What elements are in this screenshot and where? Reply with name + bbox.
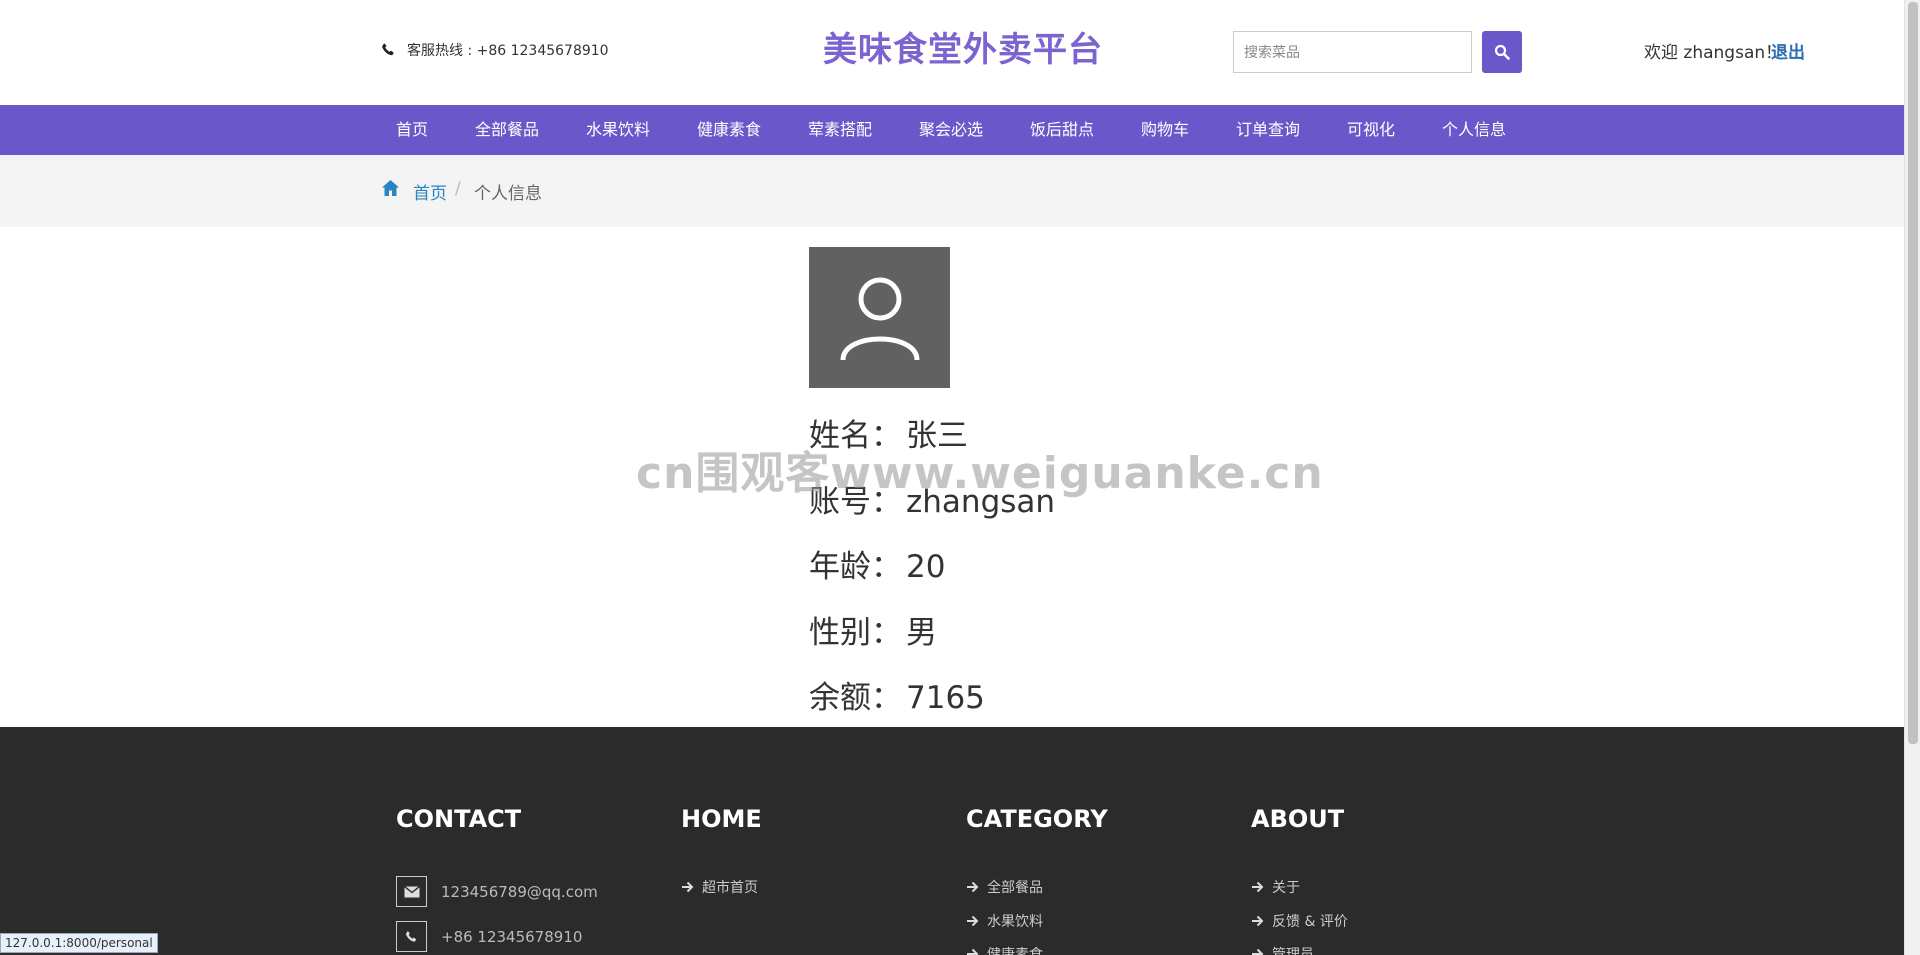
footer-link-supermarket-home[interactable]: 超市首页 bbox=[681, 877, 758, 897]
avatar bbox=[809, 247, 950, 388]
nav-item-orders[interactable]: 订单查询 bbox=[1236, 105, 1300, 155]
phone-icon bbox=[405, 930, 416, 942]
breadcrumb-separator: / bbox=[455, 179, 461, 199]
nav-item-party[interactable]: 聚会必选 bbox=[919, 105, 983, 155]
nav-item-profile[interactable]: 个人信息 bbox=[1442, 105, 1506, 155]
phone-icon-box bbox=[396, 921, 427, 952]
nav-item-cart[interactable]: 购物车 bbox=[1141, 105, 1189, 155]
nav-item-combo[interactable]: 荤素搭配 bbox=[808, 105, 872, 155]
arrow-right-icon bbox=[967, 948, 979, 955]
status-bar-url: 127.0.0.1:8000/personal bbox=[0, 933, 158, 953]
nav-item-home[interactable]: 首页 bbox=[396, 105, 428, 155]
main-nav: 首页 全部餐品 水果饮料 健康素食 荤素搭配 聚会必选 饭后甜点 购物车 订单查… bbox=[0, 105, 1904, 155]
footer-contact-heading: CONTACT bbox=[396, 805, 522, 833]
hotline-text: 客服热线 : +86 12345678910 bbox=[407, 43, 609, 59]
profile-age-label: 年龄： bbox=[809, 549, 902, 585]
footer-link-feedback[interactable]: 反馈 & 评价 bbox=[1251, 911, 1348, 931]
profile-balance-row: 余额： 7165 bbox=[809, 672, 985, 717]
arrow-right-icon bbox=[1252, 948, 1264, 955]
footer-phone: +86 12345678910 bbox=[396, 921, 582, 952]
footer-link-label: 健康素食 bbox=[987, 947, 1043, 955]
home-icon[interactable] bbox=[381, 179, 400, 197]
phone-icon bbox=[382, 43, 394, 56]
arrow-right-icon bbox=[682, 881, 694, 893]
profile-age-row: 年龄： 20 bbox=[809, 541, 945, 586]
footer-link-all-dishes[interactable]: 全部餐品 bbox=[966, 877, 1043, 897]
profile-gender-value: 男 bbox=[906, 615, 937, 651]
profile-gender-label: 性别： bbox=[809, 615, 902, 651]
search-button[interactable] bbox=[1482, 31, 1522, 73]
arrow-right-icon bbox=[1252, 881, 1264, 893]
hotline: 客服热线 : +86 12345678910 bbox=[381, 40, 609, 60]
arrow-right-icon bbox=[967, 915, 979, 927]
profile-balance-label: 余额： bbox=[809, 680, 902, 716]
logout-link[interactable]: 退出 bbox=[1771, 38, 1805, 63]
nav-item-visualization[interactable]: 可视化 bbox=[1347, 105, 1395, 155]
breadcrumb-current: 个人信息 bbox=[474, 184, 542, 204]
footer-about-heading: ABOUT bbox=[1251, 805, 1345, 833]
footer-link-label: 水果饮料 bbox=[987, 914, 1043, 930]
vertical-scrollbar[interactable] bbox=[1904, 0, 1920, 955]
footer-link-fruit-drinks[interactable]: 水果饮料 bbox=[966, 911, 1043, 931]
profile-balance-value: 7165 bbox=[906, 680, 985, 716]
breadcrumb-home-link[interactable]: 首页 bbox=[413, 179, 447, 204]
footer-link-healthy-veg[interactable]: 健康素食 bbox=[966, 944, 1043, 955]
mail-icon bbox=[403, 885, 420, 897]
breadcrumb: 首页 / 个人信息 bbox=[0, 155, 1904, 227]
mail-icon-box bbox=[396, 876, 427, 907]
footer-phone-text: +86 12345678910 bbox=[441, 927, 583, 946]
welcome-text: 欢迎 zhangsan！ bbox=[1644, 43, 1783, 63]
footer: CONTACT HOME CATEGORY ABOUT 123456789@qq… bbox=[0, 727, 1904, 955]
arrow-right-icon bbox=[1252, 915, 1264, 927]
nav-item-dessert[interactable]: 饭后甜点 bbox=[1030, 105, 1094, 155]
footer-link-label: 管理员 bbox=[1272, 947, 1314, 955]
scrollbar-thumb[interactable] bbox=[1908, 2, 1918, 744]
footer-link-about[interactable]: 关于 bbox=[1251, 877, 1300, 897]
profile-age-value: 20 bbox=[906, 549, 946, 585]
footer-link-admin[interactable]: 管理员 bbox=[1251, 944, 1314, 955]
site-title[interactable]: 美味食堂外卖平台 bbox=[823, 22, 1103, 71]
footer-email-text: 123456789@qq.com bbox=[441, 882, 598, 901]
footer-link-label: 反馈 & 评价 bbox=[1272, 914, 1348, 930]
nav-item-all-dishes[interactable]: 全部餐品 bbox=[475, 105, 539, 155]
footer-link-label: 超市首页 bbox=[702, 880, 758, 896]
footer-category-heading: CATEGORY bbox=[966, 805, 1108, 833]
footer-link-label: 关于 bbox=[1272, 880, 1300, 896]
page: 客服热线 : +86 12345678910 美味食堂外卖平台 欢迎 zhang… bbox=[0, 0, 1920, 955]
nav-item-healthy-veg[interactable]: 健康素食 bbox=[697, 105, 761, 155]
arrow-right-icon bbox=[967, 881, 979, 893]
footer-link-label: 全部餐品 bbox=[987, 880, 1043, 896]
watermark: cn围观客www.weiguanke.cn bbox=[636, 448, 1324, 499]
footer-email: 123456789@qq.com bbox=[396, 876, 598, 907]
search-icon bbox=[1494, 44, 1510, 60]
top-header: 客服热线 : +86 12345678910 美味食堂外卖平台 欢迎 zhang… bbox=[0, 0, 1904, 105]
search-input[interactable] bbox=[1233, 31, 1472, 73]
user-icon bbox=[840, 277, 919, 360]
nav-item-fruit-drinks[interactable]: 水果饮料 bbox=[586, 105, 650, 155]
footer-home-heading: HOME bbox=[681, 805, 762, 833]
profile-gender-row: 性别：男 bbox=[809, 607, 937, 652]
